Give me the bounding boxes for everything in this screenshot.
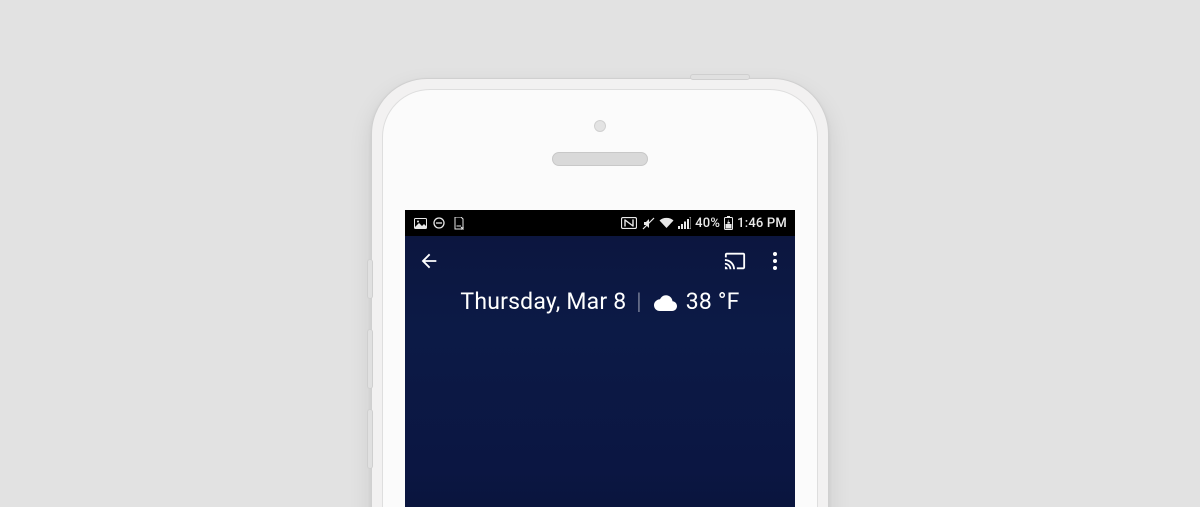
status-clock: 1:46 PM (737, 216, 787, 231)
weather-chunk: 38 °F (652, 288, 740, 315)
screen: 40% 1:46 PM (405, 210, 795, 507)
phone-bezel: 40% 1:46 PM (382, 89, 818, 507)
cast-icon (723, 250, 747, 272)
battery-icon (724, 216, 733, 230)
more-vert-icon (773, 252, 777, 270)
current-temperature: 38 °F (686, 288, 740, 315)
date-weather-divider: | (636, 288, 641, 315)
stage: 40% 1:46 PM (0, 0, 1200, 507)
battery-percent: 40% (695, 216, 720, 231)
phone-side-button (367, 409, 373, 469)
phone-speaker (552, 152, 648, 166)
overflow-menu-button[interactable] (765, 245, 785, 277)
phone-frame: 40% 1:46 PM (371, 78, 829, 507)
image-notification-icon (413, 216, 427, 230)
phone-camera (594, 120, 606, 132)
do-not-disturb-icon (432, 216, 446, 230)
status-right: 40% 1:46 PM (621, 216, 787, 231)
phone-side-button (367, 329, 373, 389)
app-bar (405, 236, 795, 286)
phone-top-button (690, 74, 750, 80)
status-left (413, 216, 465, 230)
status-bar: 40% 1:46 PM (405, 210, 795, 236)
arrow-back-icon (418, 250, 440, 272)
back-button[interactable] (413, 245, 445, 277)
nfc-icon (621, 216, 637, 230)
sim-notification-icon (451, 216, 465, 230)
mute-icon (641, 216, 655, 230)
phone-side-button (367, 259, 373, 299)
current-date: Thursday, Mar 8 (460, 288, 626, 315)
signal-icon (678, 216, 691, 230)
wifi-icon (659, 216, 674, 230)
cloud-icon (652, 293, 678, 311)
cast-button[interactable] (719, 245, 751, 277)
date-weather-row: Thursday, Mar 8 | 38 °F (405, 288, 795, 315)
